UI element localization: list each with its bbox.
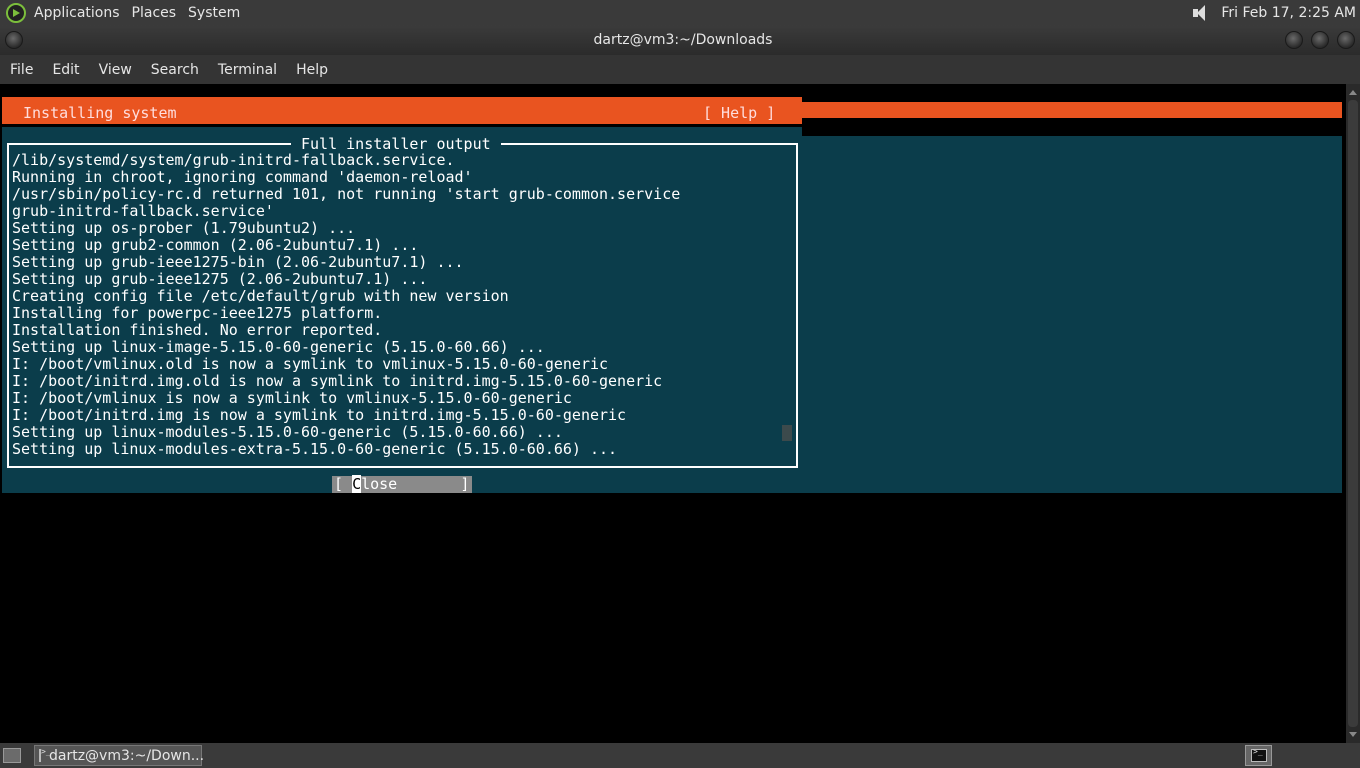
- output-line: Setting up grub-ieee1275 (2.06-2ubuntu7.…: [12, 270, 428, 288]
- close-button[interactable]: [ Close ]: [332, 475, 472, 493]
- scroll-down-icon[interactable]: [1349, 732, 1357, 737]
- output-line: /lib/systemd/system/grub-initrd-fallback…: [12, 151, 455, 169]
- terminal-small-icon: [1251, 747, 1267, 762]
- distro-logo-icon[interactable]: [6, 2, 26, 23]
- output-line: I: /boot/initrd.img is now a symlink to …: [12, 406, 627, 424]
- window-titlebar[interactable]: dartz@vm3:~/Downloads: [0, 25, 1360, 55]
- output-line: Installation finished. No error reported…: [12, 321, 383, 339]
- top-panel: Applications Places System Fri Feb 17, 2…: [0, 0, 1360, 25]
- maximize-icon[interactable]: [1311, 31, 1329, 49]
- close-window-icon[interactable]: [1337, 31, 1355, 49]
- header-orange-band: [802, 102, 1342, 118]
- header-black-band: [802, 84, 1342, 102]
- installer-header: Installing system [ Help ]: [2, 94, 802, 127]
- installer-output-log[interactable]: /lib/systemd/system/grub-initrd-fallback…: [12, 152, 680, 458]
- terminal-icon: [39, 747, 51, 762]
- menu-edit[interactable]: Edit: [52, 62, 79, 78]
- volume-icon[interactable]: [1191, 4, 1213, 22]
- minimize-icon[interactable]: [1285, 31, 1303, 49]
- panel-tray: Fri Feb 17, 2:25 AM: [1191, 0, 1356, 25]
- scrollbar-thumb[interactable]: [1348, 100, 1358, 727]
- menu-view[interactable]: View: [99, 62, 132, 78]
- output-line: Setting up linux-image-5.15.0-60-generic…: [12, 338, 545, 356]
- menu-help[interactable]: Help: [296, 62, 328, 78]
- output-line: Setting up os-prober (1.79ubuntu2) ...: [12, 219, 356, 237]
- bottom-taskbar: dartz@vm3:~/Down...: [0, 743, 1360, 768]
- output-line: Creating config file /etc/default/grub w…: [12, 287, 509, 305]
- system-menu[interactable]: System: [188, 5, 240, 21]
- panel-menu: Applications Places System: [34, 0, 252, 25]
- clock[interactable]: Fri Feb 17, 2:25 AM: [1221, 5, 1356, 21]
- applications-menu[interactable]: Applications: [34, 5, 120, 21]
- close-label-first: C: [352, 475, 362, 493]
- menu-file[interactable]: File: [10, 62, 33, 78]
- scroll-up-icon[interactable]: [1349, 90, 1357, 95]
- output-line: I: /boot/vmlinux.old is now a symlink to…: [12, 355, 609, 373]
- taskbar-window-button[interactable]: dartz@vm3:~/Down...: [34, 745, 205, 766]
- workspace-icon[interactable]: [3, 748, 21, 763]
- terminal-area[interactable]: Installing system [ Help ] Full installe…: [0, 84, 1346, 743]
- menubar: File Edit View Search Terminal Help: [0, 55, 1360, 84]
- header-black-band-bottom: [802, 118, 1342, 136]
- output-line: Installing for powerpc-ieee1275 platform…: [12, 304, 383, 322]
- output-line: Setting up grub2-common (2.06-2ubuntu7.1…: [12, 236, 419, 254]
- output-line: grub-initrd-fallback.service': [12, 202, 274, 220]
- help-button[interactable]: [ Help ]: [703, 104, 775, 122]
- output-line: I: /boot/initrd.img.old is now a symlink…: [12, 372, 663, 390]
- window-title: dartz@vm3:~/Downloads: [593, 32, 773, 48]
- menu-search[interactable]: Search: [151, 62, 199, 78]
- output-line: I: /boot/vmlinux is now a symlink to vml…: [12, 389, 572, 407]
- output-scroll-indicator[interactable]: [782, 425, 792, 441]
- terminal-scrollbar[interactable]: [1346, 84, 1360, 743]
- output-line: Setting up linux-modules-5.15.0-60-gener…: [12, 423, 563, 441]
- installer-title: Installing system: [23, 104, 177, 122]
- output-line: Running in chroot, ignoring command 'dae…: [12, 168, 473, 186]
- output-line: /usr/sbin/policy-rc.d returned 101, not …: [12, 185, 681, 203]
- output-line: Setting up grub-ieee1275-bin (2.06-2ubun…: [12, 253, 464, 271]
- output-line: Setting up linux-modules-extra-5.15.0-60…: [12, 440, 618, 458]
- taskbar-window-label: dartz@vm3:~/Down...: [49, 747, 205, 764]
- places-menu[interactable]: Places: [132, 5, 177, 21]
- menu-terminal[interactable]: Terminal: [218, 62, 277, 78]
- close-label-rest: lose: [361, 475, 398, 493]
- workspace-switcher[interactable]: [1245, 745, 1272, 766]
